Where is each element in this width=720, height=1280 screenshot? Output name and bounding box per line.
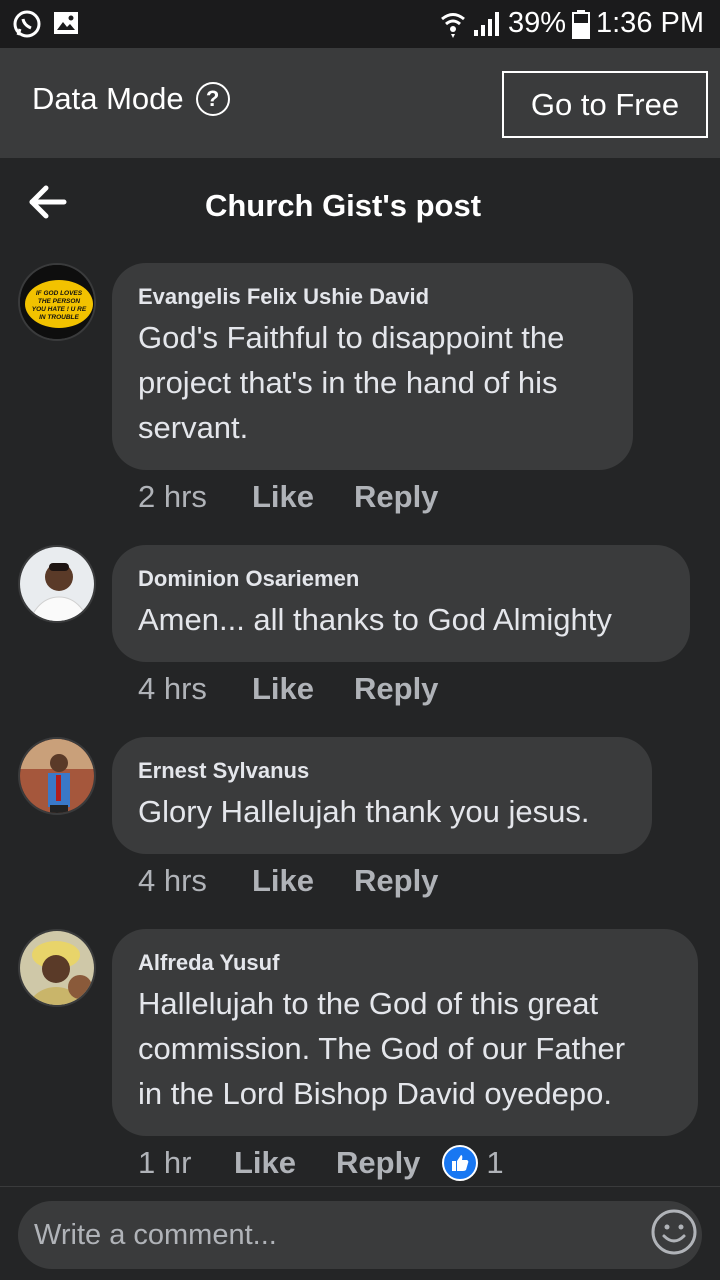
signal-icon	[473, 11, 499, 36]
like-button[interactable]: Like	[252, 479, 354, 515]
comment-time: 4 hrs	[138, 671, 207, 706]
comment-author[interactable]: Ernest Sylvanus	[138, 757, 626, 785]
help-icon[interactable]: ?	[195, 82, 230, 116]
comment-author[interactable]: Alfreda Yusuf	[138, 949, 672, 977]
notification-icons	[12, 9, 80, 39]
avatar-image: IF GOD LOVES THE PERSON YOU HATE ! U RE …	[20, 265, 94, 339]
comment-bubble[interactable]: Evangelis Felix Ushie David God's Faithf…	[112, 263, 633, 470]
comment-meta: 1 hr Like Reply 1	[138, 1145, 504, 1181]
system-status: 39% 1:36 PM	[440, 7, 704, 40]
comment-line: Hallelujah to the God of this great	[138, 986, 599, 1021]
go-to-free-button[interactable]: Go to Free	[502, 71, 708, 138]
comment-bubble[interactable]: Ernest Sylvanus Glory Hallelujah thank y…	[112, 737, 652, 854]
comment-line: God's Faithful to disappoint the	[138, 320, 565, 355]
page-title: Church Gist's post	[204, 188, 482, 223]
comment-bubble[interactable]: Alfreda Yusuf Hallelujah to the God of t…	[112, 929, 698, 1136]
reaction-count: 1	[486, 1145, 504, 1180]
comment-line: Glory Hallelujah thank you jesus.	[138, 794, 590, 829]
comment-author[interactable]: Evangelis Felix Ushie David	[138, 283, 607, 311]
like-button[interactable]: Like	[234, 1145, 336, 1181]
comment-line: in the Lord Bishop David oyedepo.	[138, 1076, 612, 1111]
comment-text: Hallelujah to the God of this great comm…	[138, 981, 672, 1116]
post-header: Church Gist's post	[0, 158, 720, 250]
wifi-icon	[441, 12, 465, 38]
comment-bubble[interactable]: Dominion Osariemen Amen... all thanks to…	[112, 545, 690, 662]
avatar[interactable]	[18, 929, 96, 1007]
comment-time: 1 hr	[138, 1145, 192, 1180]
gallery-icon	[54, 12, 78, 34]
whatsapp-icon	[13, 10, 41, 38]
comment-time: 4 hrs	[138, 863, 207, 898]
comment-line: Amen... all thanks to God Almighty	[138, 602, 612, 637]
battery-percent: 39%	[507, 7, 566, 39]
status-bar: 39% 1:36 PM	[0, 0, 720, 48]
reply-button[interactable]: Reply	[354, 479, 438, 515]
comment-text: Amen... all thanks to God Almighty	[138, 597, 664, 642]
battery-icon	[572, 9, 590, 39]
avatar-text-line: THE PERSON	[38, 298, 81, 305]
reaction-summary[interactable]: 1	[442, 1145, 504, 1181]
data-mode-label: Data Mode ?	[32, 81, 230, 117]
avatar-text-line: YOU HATE ! U RE	[32, 306, 87, 313]
comment-meta: 2 hrs Like Reply	[138, 479, 438, 515]
clock: 1:36 PM	[596, 7, 704, 39]
data-mode-text: Data Mode	[32, 81, 184, 116]
comment-meta: 4 hrs Like Reply	[138, 863, 438, 899]
thumbs-up-icon	[442, 1145, 479, 1181]
reply-button[interactable]: Reply	[336, 1145, 420, 1181]
avatar-text-line: IN TROUBLE	[39, 314, 79, 321]
reply-button[interactable]: Reply	[354, 863, 438, 899]
comment-line: project that's in the hand of his	[138, 365, 558, 400]
reply-button[interactable]: Reply	[354, 671, 438, 707]
like-button[interactable]: Like	[252, 863, 354, 899]
comment-line: servant.	[138, 410, 249, 445]
avatar-image	[20, 931, 94, 1005]
comment-text: God's Faithful to disappoint the project…	[138, 315, 607, 450]
avatar-image	[20, 547, 94, 621]
avatar[interactable]: IF GOD LOVES THE PERSON YOU HATE ! U RE …	[18, 263, 96, 341]
comment-time: 2 hrs	[138, 479, 207, 514]
comment-composer: Write a comment...	[0, 1186, 720, 1280]
comment-input[interactable]: Write a comment...	[18, 1201, 702, 1269]
comment-author[interactable]: Dominion Osariemen	[138, 565, 664, 593]
avatar[interactable]	[18, 545, 96, 623]
data-mode-bar: Data Mode ? Go to Free	[0, 48, 720, 158]
emoji-icon[interactable]	[650, 1208, 698, 1256]
like-button[interactable]: Like	[252, 671, 354, 707]
comment-line: commission. The God of our Father	[138, 1031, 626, 1066]
comment-text: Glory Hallelujah thank you jesus.	[138, 789, 626, 834]
avatar-image	[20, 739, 94, 813]
avatar[interactable]	[18, 737, 96, 815]
avatar-text-line: IF GOD LOVES	[36, 290, 83, 297]
comment-meta: 4 hrs Like Reply	[138, 671, 438, 707]
